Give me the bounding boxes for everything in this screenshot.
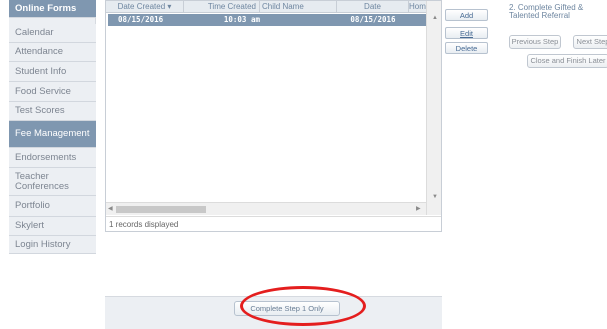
scroll-right-arrow-icon[interactable]: ▶: [416, 205, 421, 212]
vertical-scrollbar[interactable]: ▲ ▼: [426, 1, 441, 215]
nav-item-test-scores[interactable]: Test Scores: [9, 102, 96, 121]
nav-item-calendar[interactable]: Calendar: [9, 24, 96, 43]
cell-time-created: 10:03 am: [223, 15, 260, 24]
nav-item-food-service[interactable]: Food Service: [9, 82, 96, 102]
scroll-left-arrow-icon[interactable]: ◀: [108, 205, 113, 212]
nav-item-login-history[interactable]: Login History: [9, 236, 96, 254]
records-count: 1 records displayed: [106, 216, 441, 232]
cell-homer: [409, 14, 426, 26]
column-header-homer[interactable]: Homer: [409, 1, 426, 13]
nav-item-online-forms[interactable]: Online Forms: [9, 0, 96, 18]
grid-header: Date Created ▾ Time Created Child Name D…: [106, 1, 426, 13]
delete-button[interactable]: Delete: [445, 42, 488, 54]
cell-date-created: 08/15/2016: [118, 15, 164, 24]
edit-button[interactable]: Edit: [445, 27, 488, 39]
horizontal-scrollbar[interactable]: ◀ ▶: [106, 202, 426, 215]
nav-item-attendance[interactable]: Attendance: [9, 43, 96, 62]
previous-step-button[interactable]: Previous Step: [509, 35, 561, 49]
records-grid: Date Created ▾ Time Created Child Name D…: [105, 0, 442, 232]
table-row[interactable]: 08/15/2016 10:03 am 08/15/2016: [108, 14, 426, 26]
column-header-date-created[interactable]: Date Created ▾: [106, 1, 184, 13]
nav-item-skylert[interactable]: Skylert: [9, 217, 96, 236]
left-nav: Online Forms Calendar Attendance Student…: [9, 0, 96, 254]
nav-item-teacher-conferences[interactable]: Teacher Conferences: [9, 168, 96, 196]
highlight-annotation-circle: [240, 286, 366, 326]
column-header-child-name[interactable]: Child Name: [260, 1, 337, 13]
next-step-button[interactable]: Next Step: [573, 35, 607, 49]
nav-item-student-info[interactable]: Student Info: [9, 62, 96, 82]
scroll-up-arrow-icon[interactable]: ▲: [432, 15, 438, 21]
cell-child-name: [260, 14, 337, 26]
cell-date: 08/15/2016: [350, 15, 396, 24]
column-header-date[interactable]: Date: [337, 1, 409, 13]
scroll-down-arrow-icon[interactable]: ▼: [432, 194, 438, 200]
column-header-time-created[interactable]: Time Created: [184, 1, 260, 13]
add-button[interactable]: Add: [445, 9, 488, 21]
nav-item-fee-management[interactable]: Fee Management: [9, 121, 96, 148]
nav-item-portfolio[interactable]: Portfolio: [9, 196, 96, 217]
step-title: 2. Complete Gifted & Talented Referral: [509, 3, 584, 20]
nav-item-endorsements[interactable]: Endorsements: [9, 148, 96, 168]
close-and-finish-later-button[interactable]: Close and Finish Later: [527, 54, 607, 68]
horizontal-scroll-thumb[interactable]: [116, 206, 206, 213]
